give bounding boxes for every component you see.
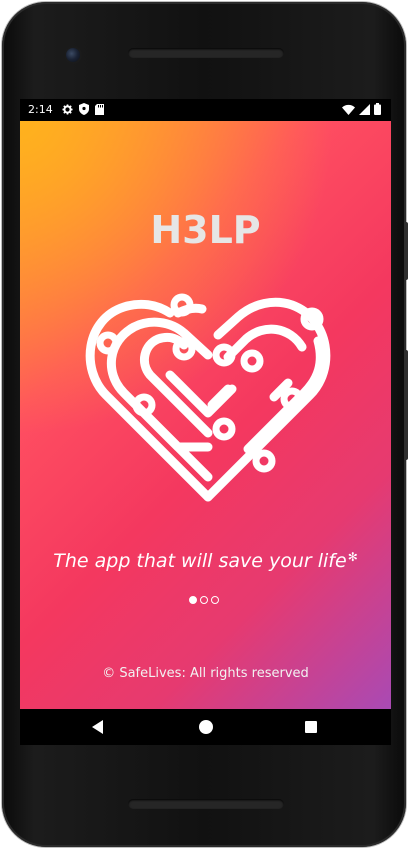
bottom-speaker [128, 799, 284, 809]
navigation-bar [20, 709, 391, 745]
battery-icon [374, 103, 381, 115]
sd-card-icon [95, 103, 104, 115]
heart-circuit-logo [85, 293, 331, 502]
recents-icon[interactable] [305, 721, 317, 733]
back-icon[interactable] [92, 720, 103, 734]
status-time: 2:14 [28, 103, 53, 116]
front-camera [66, 48, 80, 62]
phone-frame: 2:14 H3LP The app that will save your li… [2, 2, 406, 847]
power-button [404, 222, 408, 280]
splash-screen: H3LP The app that will save your life✻ ©… [20, 121, 391, 709]
app-title: H3LP [150, 208, 261, 252]
tagline-text: The app that will save your life [53, 550, 347, 572]
screen: 2:14 H3LP The app that will save your li… [20, 99, 391, 745]
shield-icon [79, 103, 89, 115]
page-dot-1[interactable] [189, 596, 197, 604]
gear-icon [62, 103, 73, 115]
page-dot-2[interactable] [200, 596, 208, 604]
wifi-icon [342, 104, 355, 115]
sparkle-icon: ✻ [347, 550, 358, 564]
copyright-text: © SafeLives: All rights reserved [102, 666, 309, 681]
cell-signal-icon [359, 103, 370, 115]
page-dot-3[interactable] [211, 596, 219, 604]
status-icons-right [342, 103, 381, 115]
home-icon[interactable] [199, 720, 213, 734]
top-speaker [128, 48, 284, 58]
tagline: The app that will save your life✻ [20, 550, 391, 572]
status-icons-left [62, 103, 104, 115]
volume-button [404, 350, 408, 460]
page-indicator [189, 596, 219, 604]
status-bar: 2:14 [20, 99, 391, 121]
